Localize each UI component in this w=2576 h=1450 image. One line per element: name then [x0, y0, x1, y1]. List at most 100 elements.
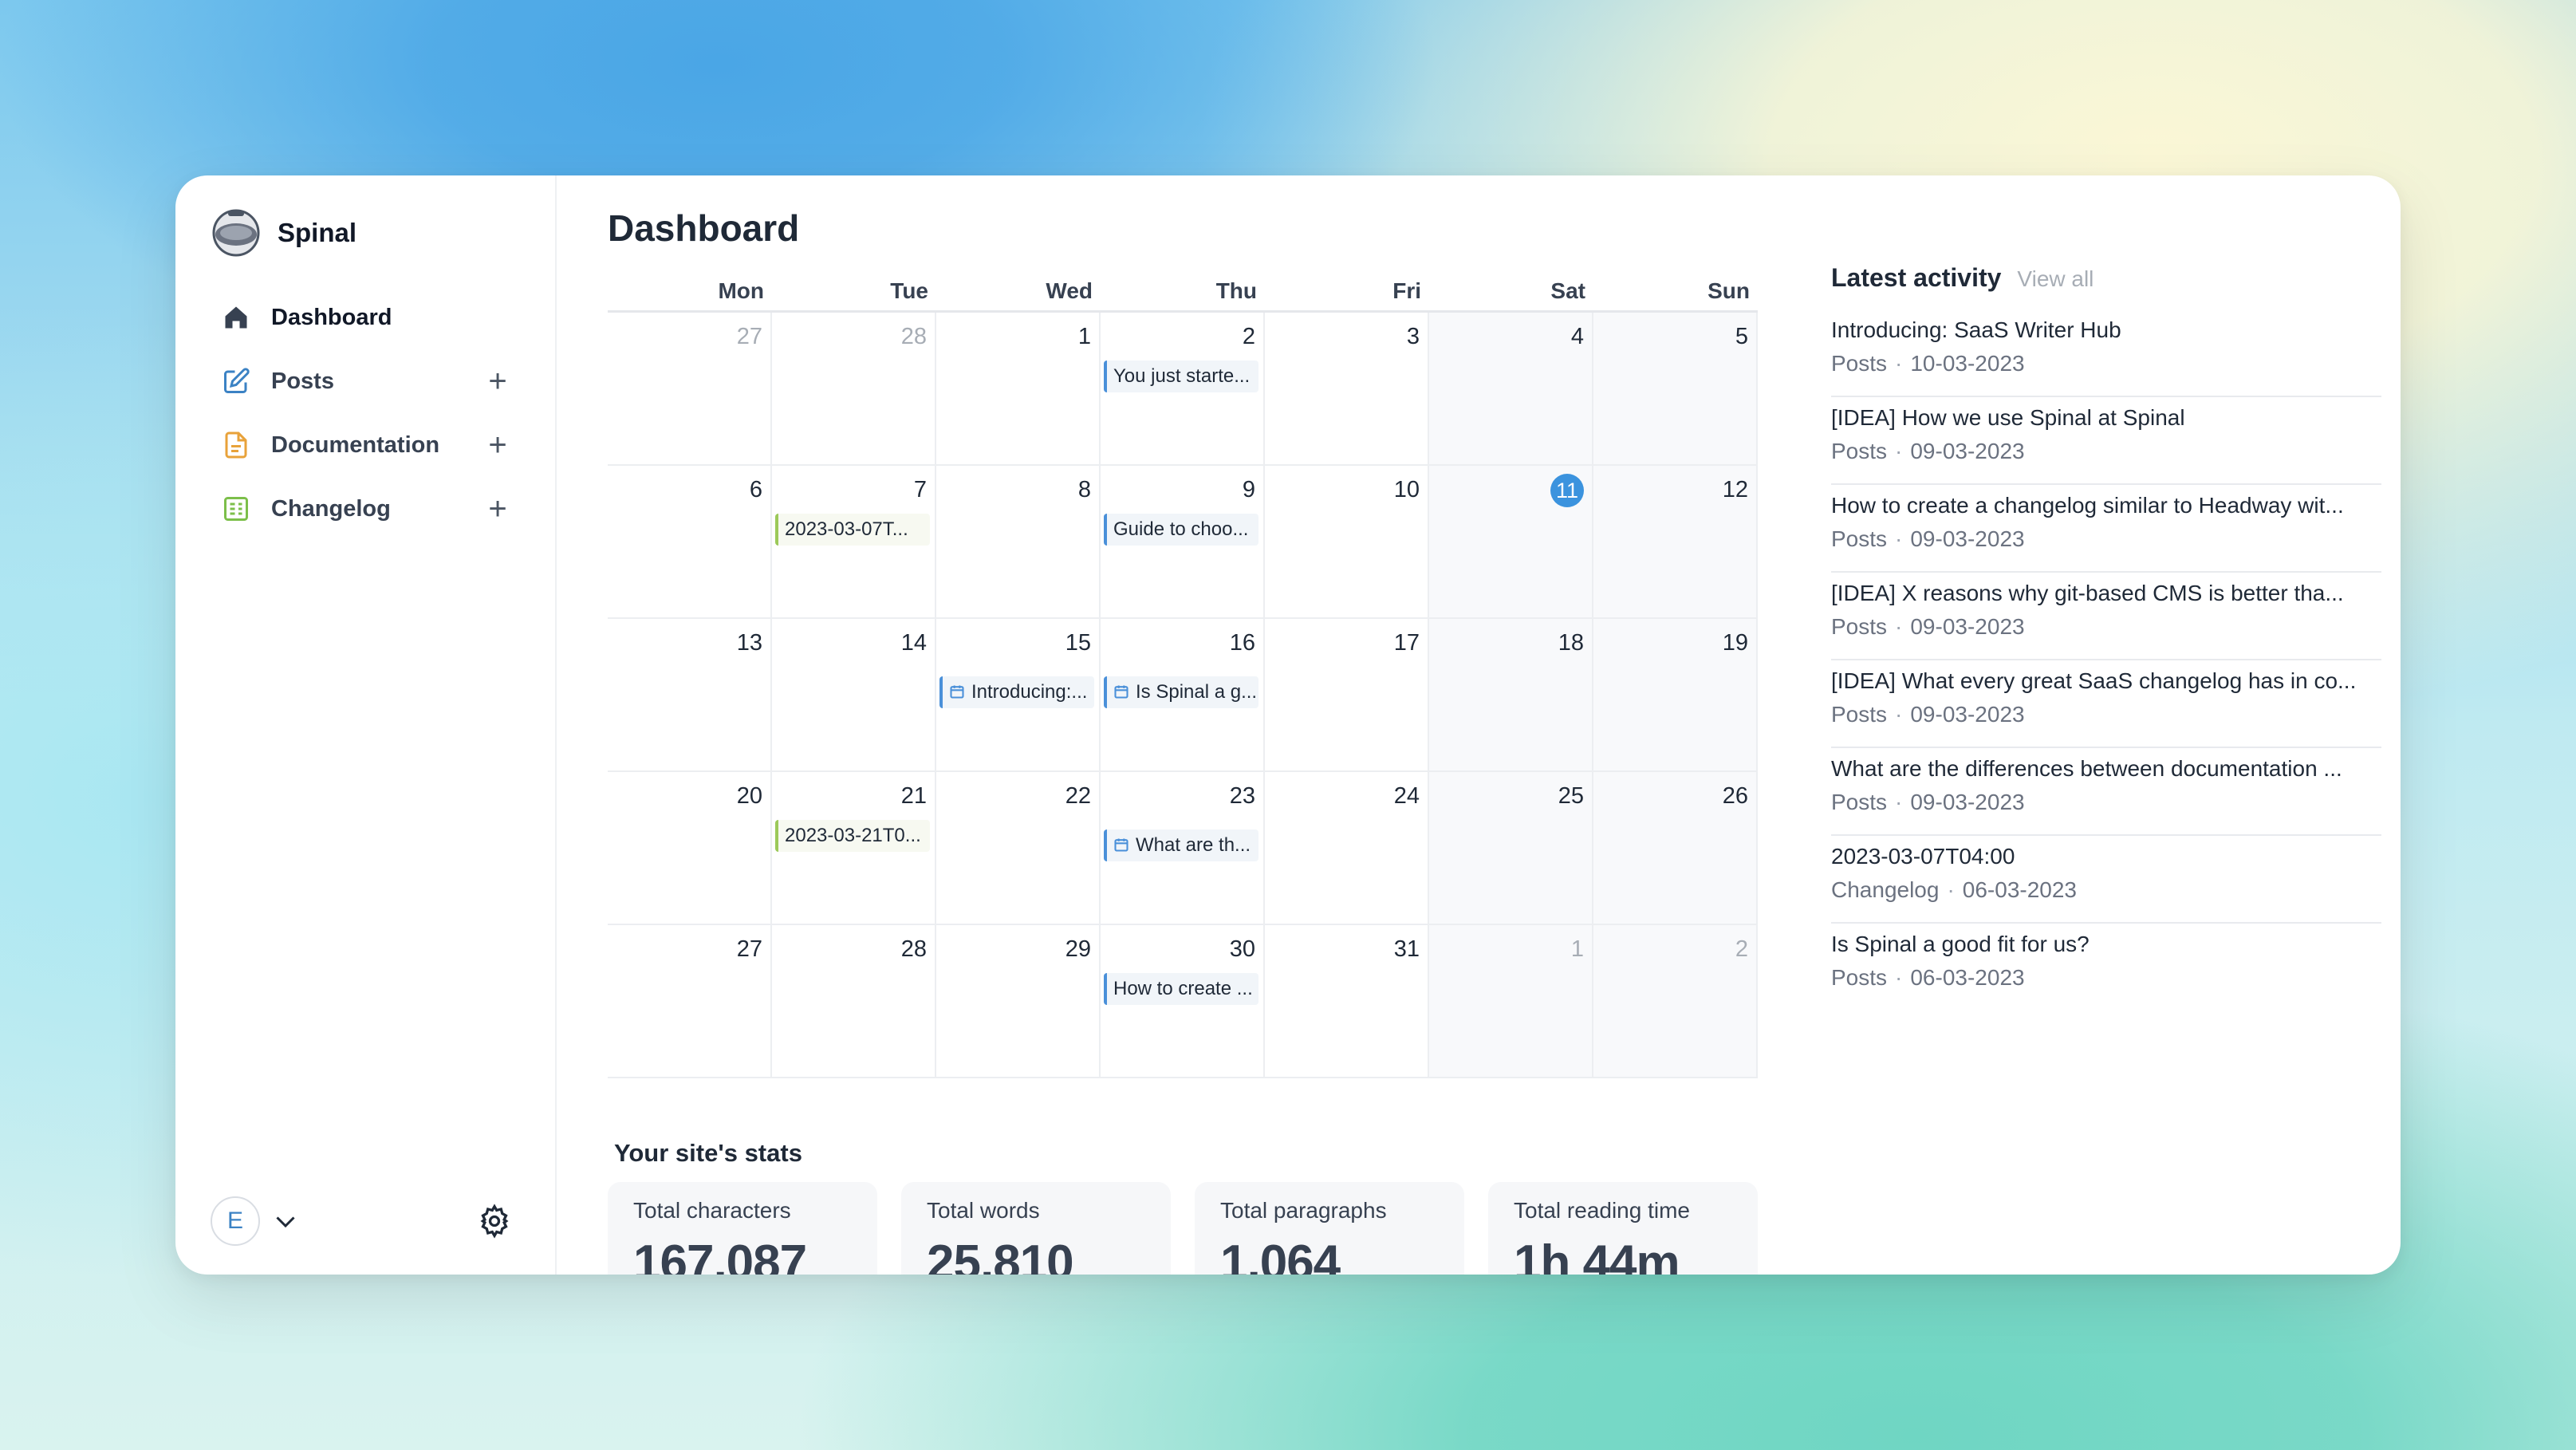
separator-dot: ·: [1895, 351, 1903, 376]
calendar-day[interactable]: 31: [1265, 925, 1429, 1078]
calendar-day[interactable]: 1: [936, 313, 1101, 466]
activity-item-title: [IDEA] X reasons why git-based CMS is be…: [1831, 581, 2344, 605]
user-menu[interactable]: E: [211, 1196, 300, 1246]
activity-item[interactable]: Introducing: SaaS Writer Hub Posts · 10-03-…: [1831, 309, 2381, 397]
stat-value: 1,064: [1220, 1235, 1341, 1275]
avatar[interactable]: E: [211, 1196, 260, 1246]
stat-label: Total characters: [633, 1198, 791, 1223]
day-number: 13: [608, 627, 770, 659]
calendar-event[interactable]: 2023-03-21T0...: [775, 820, 930, 852]
calendar-day[interactable]: 26: [1593, 772, 1758, 925]
chevron-down-icon[interactable]: [271, 1207, 300, 1235]
calendar-day[interactable]: 4: [1429, 313, 1593, 466]
day-number: 11: [1429, 474, 1592, 507]
day-number: 30: [1101, 933, 1263, 965]
calendar-icon: [1114, 838, 1128, 852]
activity-item-type: Posts: [1831, 439, 1888, 463]
day-number: 23: [1101, 780, 1263, 812]
activity-item[interactable]: [IDEA] What every great SaaS changelog h…: [1831, 660, 2381, 748]
gear-icon[interactable]: [477, 1204, 512, 1239]
calendar-day-today[interactable]: 11: [1429, 466, 1593, 619]
calendar-day[interactable]: 21 2023-03-21T0...: [772, 772, 936, 925]
calendar-event[interactable]: 2023-03-07T...: [775, 514, 930, 546]
calendar-event[interactable]: Guide to choo...: [1104, 514, 1258, 546]
day-number-text: 10: [1393, 477, 1420, 502]
sidebar-item-posts[interactable]: Posts +: [211, 357, 523, 405]
stat-value: 25,810: [927, 1235, 1074, 1275]
sidebar-item-dashboard[interactable]: Dashboard: [211, 294, 523, 341]
calendar-day[interactable]: 10: [1265, 466, 1429, 619]
calendar-day[interactable]: 17: [1265, 619, 1429, 772]
brand[interactable]: Spinal: [211, 207, 523, 258]
activity-item-date: 09-03-2023: [1910, 614, 2025, 639]
day-number: 1: [1429, 933, 1592, 965]
activity-item-title: What are the differences between documen…: [1831, 756, 2342, 781]
day-number-text: 9: [1242, 477, 1255, 502]
calendar-day[interactable]: 28: [772, 313, 936, 466]
calendar-day[interactable]: 19: [1593, 619, 1758, 772]
calendar-day[interactable]: 18: [1429, 619, 1593, 772]
calendar-day[interactable]: 27: [608, 313, 772, 466]
calendar-icon: [1114, 685, 1128, 699]
calendar-day[interactable]: 27: [608, 925, 772, 1078]
stat-label: Total words: [927, 1198, 1040, 1223]
event-title: You just starte...: [1113, 365, 1251, 387]
calendar-day[interactable]: 3: [1265, 313, 1429, 466]
calendar-grid: 27 28 1 2 You just starte... 3 4 5 6 7 2023-03-07T…: [608, 313, 1758, 1078]
calendar-event[interactable]: You just starte...: [1104, 361, 1258, 392]
activity-item[interactable]: [IDEA] X reasons why git-based CMS is be…: [1831, 573, 2381, 660]
calendar-day[interactable]: 2: [1593, 925, 1758, 1078]
calendar-day[interactable]: 25: [1429, 772, 1593, 925]
separator-dot: ·: [1895, 965, 1903, 990]
activity-item-type: Posts: [1831, 790, 1888, 814]
activity-item[interactable]: Is Spinal a good fit for us? Posts · 06-03-…: [1831, 924, 2381, 1011]
calendar-day[interactable]: 13: [608, 619, 772, 772]
calendar-day[interactable]: 15 Introducing:...: [936, 619, 1101, 772]
event-title: 2023-03-07T...: [785, 518, 908, 540]
activity-item-title: [IDEA] How we use Spinal at Spinal: [1831, 405, 2185, 430]
add-changelog-button[interactable]: +: [482, 493, 514, 525]
calendar-day[interactable]: 30 How to create ...: [1101, 925, 1265, 1078]
day-number-text: 18: [1558, 630, 1584, 656]
activity-item-type: Changelog: [1831, 877, 1940, 902]
calendar-day[interactable]: 9 Guide to choo...: [1101, 466, 1265, 619]
view-all-link[interactable]: View all: [2017, 266, 2093, 292]
activity-item[interactable]: 2023-03-07T04:00 Changelog · 06-03-2023: [1831, 836, 2381, 924]
calendar-event[interactable]: How to create ...: [1104, 973, 1258, 1005]
day-number-text: 27: [736, 936, 762, 962]
activity-header: Latest activity View all: [1831, 263, 2381, 309]
calendar-day[interactable]: 24: [1265, 772, 1429, 925]
sidebar-item-changelog[interactable]: Changelog +: [211, 485, 523, 533]
calendar-day[interactable]: 8: [936, 466, 1101, 619]
calendar-event[interactable]: What are th...: [1104, 829, 1258, 861]
activity-item[interactable]: What are the differences between documen…: [1831, 748, 2381, 836]
activity-item-title: Is Spinal a good fit for us?: [1831, 932, 2090, 956]
calendar-day[interactable]: 5: [1593, 313, 1758, 466]
calendar-day[interactable]: 1: [1429, 925, 1593, 1078]
calendar-day[interactable]: 20: [608, 772, 772, 925]
activity-item[interactable]: [IDEA] How we use Spinal at Spinal Posts ·…: [1831, 397, 2381, 485]
calendar-day[interactable]: 7 2023-03-07T...: [772, 466, 936, 619]
sidebar-item-documentation[interactable]: Documentation +: [211, 421, 523, 469]
calendar-day[interactable]: 23 What are th...: [1101, 772, 1265, 925]
calendar-day[interactable]: 22: [936, 772, 1101, 925]
calendar-day[interactable]: 16 Is Spinal a g...: [1101, 619, 1265, 772]
add-post-button[interactable]: +: [482, 365, 514, 397]
calendar-event[interactable]: Introducing:...: [939, 676, 1094, 708]
calendar-day[interactable]: 28: [772, 925, 936, 1078]
sidebar-item-label: Dashboard: [271, 304, 392, 330]
calendar-day[interactable]: 12: [1593, 466, 1758, 619]
calendar-day[interactable]: 2 You just starte...: [1101, 313, 1265, 466]
calendar-event[interactable]: Is Spinal a g...: [1104, 676, 1258, 708]
activity-item-type: Posts: [1831, 965, 1888, 990]
activity-item[interactable]: How to create a changelog similar to Hea…: [1831, 485, 2381, 573]
add-documentation-button[interactable]: +: [482, 429, 514, 461]
activity-item-type: Posts: [1831, 614, 1888, 639]
day-number-text: 14: [900, 630, 927, 656]
day-number: 17: [1265, 627, 1428, 659]
calendar-day[interactable]: 14: [772, 619, 936, 772]
activity-item-date: 06-03-2023: [1962, 877, 2078, 902]
calendar-day[interactable]: 29: [936, 925, 1101, 1078]
day-number: 19: [1593, 627, 1756, 659]
calendar-day[interactable]: 6: [608, 466, 772, 619]
